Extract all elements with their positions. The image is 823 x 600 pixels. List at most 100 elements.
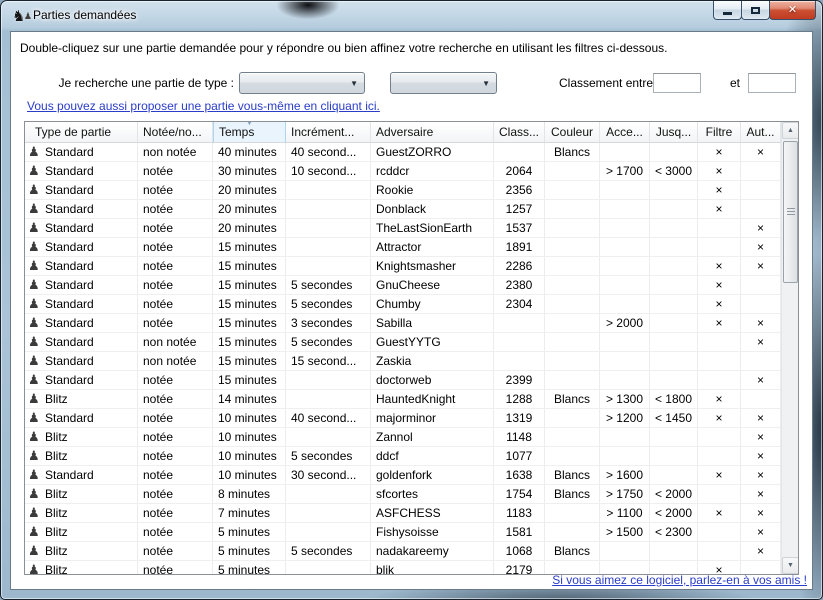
cell-filter: × <box>698 181 741 199</box>
column-header-type[interactable]: Type de partie <box>25 122 138 143</box>
cell-auto: × <box>741 447 781 465</box>
game-row[interactable]: ♟Standardnotée10 minutes30 second...gold… <box>25 466 781 485</box>
column-header-accept-from[interactable]: Acce... <box>600 122 650 143</box>
cell-rated: notée <box>138 276 213 294</box>
cell-color <box>545 276 600 294</box>
game-row[interactable]: ♟Standardnotée20 minutesRookie2356× <box>25 181 781 200</box>
game-row[interactable]: ♟Standardnotée20 minutesTheLastSionEarth… <box>25 219 781 238</box>
minimize-button[interactable] <box>713 1 742 20</box>
cell-type: ♟Standard <box>25 333 138 351</box>
column-header-auto[interactable]: Aut... <box>741 122 781 143</box>
cell-accept-to: < 2000 <box>650 485 698 503</box>
game-row[interactable]: ♟Standardnotée15 minutesAttractor1891× <box>25 238 781 257</box>
vertical-scrollbar[interactable]: ▲ ▼ <box>781 122 798 574</box>
window-title: Parties demandées <box>33 8 136 22</box>
cell-type: ♟Standard <box>25 181 138 199</box>
cell-time: 10 minutes <box>213 466 286 484</box>
cell-accept-to <box>650 143 698 161</box>
cell-color <box>545 333 600 351</box>
cell-filter <box>698 523 741 541</box>
cell-rating: 1077 <box>494 447 545 465</box>
cell-accept-from <box>600 352 650 370</box>
column-header-rated[interactable]: Notée/no... <box>138 122 213 143</box>
cell-increment <box>286 200 371 218</box>
cell-auto: × <box>741 485 781 503</box>
game-row[interactable]: ♟Standardnon notée15 minutes15 second...… <box>25 352 781 371</box>
cell-color <box>545 314 600 332</box>
cell-accept-from <box>600 200 650 218</box>
column-header-increment[interactable]: Incrément... <box>286 122 371 143</box>
game-row[interactable]: ♟Blitznotée8 minutessfcortes1754Blancs> … <box>25 485 781 504</box>
cell-time: 30 minutes <box>213 162 286 180</box>
game-row[interactable]: ♟Standardnotée15 minutesKnightsmasher228… <box>25 257 781 276</box>
scrollbar-thumb[interactable] <box>783 141 798 283</box>
column-header-label: Acce... <box>606 125 643 139</box>
game-row[interactable]: ♟Standardnotée15 minutesdoctorweb2399× <box>25 371 781 390</box>
game-row[interactable]: ♟Standardnotée15 minutes5 secondesGnuChe… <box>25 276 781 295</box>
cell-time: 15 minutes <box>213 352 286 370</box>
game-row[interactable]: ♟Blitznotée10 minutesZannol1148× <box>25 428 781 447</box>
cell-type: ♟Standard <box>25 162 138 180</box>
app-icon-pawn: ♟ <box>24 8 32 26</box>
game-subtype-select[interactable]: ▼ <box>390 72 497 94</box>
game-type-label: Standard <box>45 181 94 199</box>
cell-increment <box>286 371 371 389</box>
game-row[interactable]: ♟Standardnotée30 minutes10 second...rcdd… <box>25 162 781 181</box>
cell-rating: 1068 <box>494 542 545 560</box>
scroll-down-button[interactable]: ▼ <box>782 557 799 574</box>
column-header-filter[interactable]: Filtre <box>698 122 741 143</box>
pawn-icon: ♟ <box>28 410 45 427</box>
cell-color <box>545 428 600 446</box>
cell-type: ♟Standard <box>25 352 138 370</box>
share-link[interactable]: Si vous aimez ce logiciel, parlez-en à v… <box>552 573 807 587</box>
column-header-accept-to[interactable]: Jusq... <box>650 122 698 143</box>
propose-game-link[interactable]: Vous pouvez aussi proposer une partie vo… <box>27 99 380 113</box>
close-button[interactable]: ✕ <box>769 1 816 20</box>
cell-accept-from: > 2000 <box>600 314 650 332</box>
cell-filter <box>698 485 741 503</box>
cell-rated: notée <box>138 466 213 484</box>
cell-auto <box>741 390 781 408</box>
game-row[interactable]: ♟Blitznotée5 minutes5 secondesnadakareem… <box>25 542 781 561</box>
column-header-time[interactable]: ▼Temps <box>213 122 286 143</box>
cell-auto <box>741 162 781 180</box>
cell-type: ♟Standard <box>25 409 138 427</box>
cell-opponent: GuestYYTG <box>371 333 494 351</box>
game-row[interactable]: ♟Standardnon notée40 minutes40 second...… <box>25 143 781 162</box>
game-row[interactable]: ♟Blitznotée14 minutesHauntedKnight1288Bl… <box>25 390 781 409</box>
cell-accept-from <box>600 371 650 389</box>
cell-auto: × <box>741 333 781 351</box>
cell-type: ♟Standard <box>25 219 138 237</box>
game-row[interactable]: ♟Blitznotée10 minutes5 secondesddcf1077× <box>25 447 781 466</box>
cell-opponent: Knightsmasher <box>371 257 494 275</box>
pawn-icon: ♟ <box>28 353 45 370</box>
game-row[interactable]: ♟Blitznotée5 minutesFishysoisse1581> 150… <box>25 523 781 542</box>
game-type-select[interactable]: ▼ <box>239 72 365 94</box>
cell-filter: × <box>698 314 741 332</box>
rating-max-input[interactable] <box>748 73 796 93</box>
cell-filter <box>698 371 741 389</box>
cell-rated: notée <box>138 485 213 503</box>
game-row[interactable]: ♟Standardnotée15 minutes5 secondesChumby… <box>25 295 781 314</box>
column-header-opponent[interactable]: Adversaire <box>371 122 494 143</box>
cell-color: Blancs <box>545 390 600 408</box>
cell-opponent: GuestZORRO <box>371 143 494 161</box>
game-row[interactable]: ♟Standardnotée20 minutesDonblack1257× <box>25 200 781 219</box>
rating-min-input[interactable] <box>653 73 701 93</box>
column-header-rating[interactable]: Class... <box>494 122 545 143</box>
cell-color <box>545 162 600 180</box>
maximize-button[interactable] <box>741 1 770 20</box>
titlebar[interactable]: ♞♟ Parties demandées ✕ <box>1 1 822 31</box>
cell-opponent: ASFCHESS <box>371 504 494 522</box>
game-row[interactable]: ♟Standardnotée10 minutes40 second...majo… <box>25 409 781 428</box>
scroll-up-button[interactable]: ▲ <box>782 122 799 139</box>
cell-rating: 1891 <box>494 238 545 256</box>
pawn-icon: ♟ <box>28 372 45 389</box>
game-row[interactable]: ♟Blitznotée7 minutesASFCHESS1183> 1100< … <box>25 504 781 523</box>
cell-color: Blancs <box>545 466 600 484</box>
cell-auto: × <box>741 257 781 275</box>
pawn-icon: ♟ <box>28 505 45 522</box>
game-row[interactable]: ♟Standardnon notée15 minutes5 secondesGu… <box>25 333 781 352</box>
game-row[interactable]: ♟Standardnotée15 minutes3 secondesSabill… <box>25 314 781 333</box>
column-header-color[interactable]: Couleur <box>545 122 600 143</box>
